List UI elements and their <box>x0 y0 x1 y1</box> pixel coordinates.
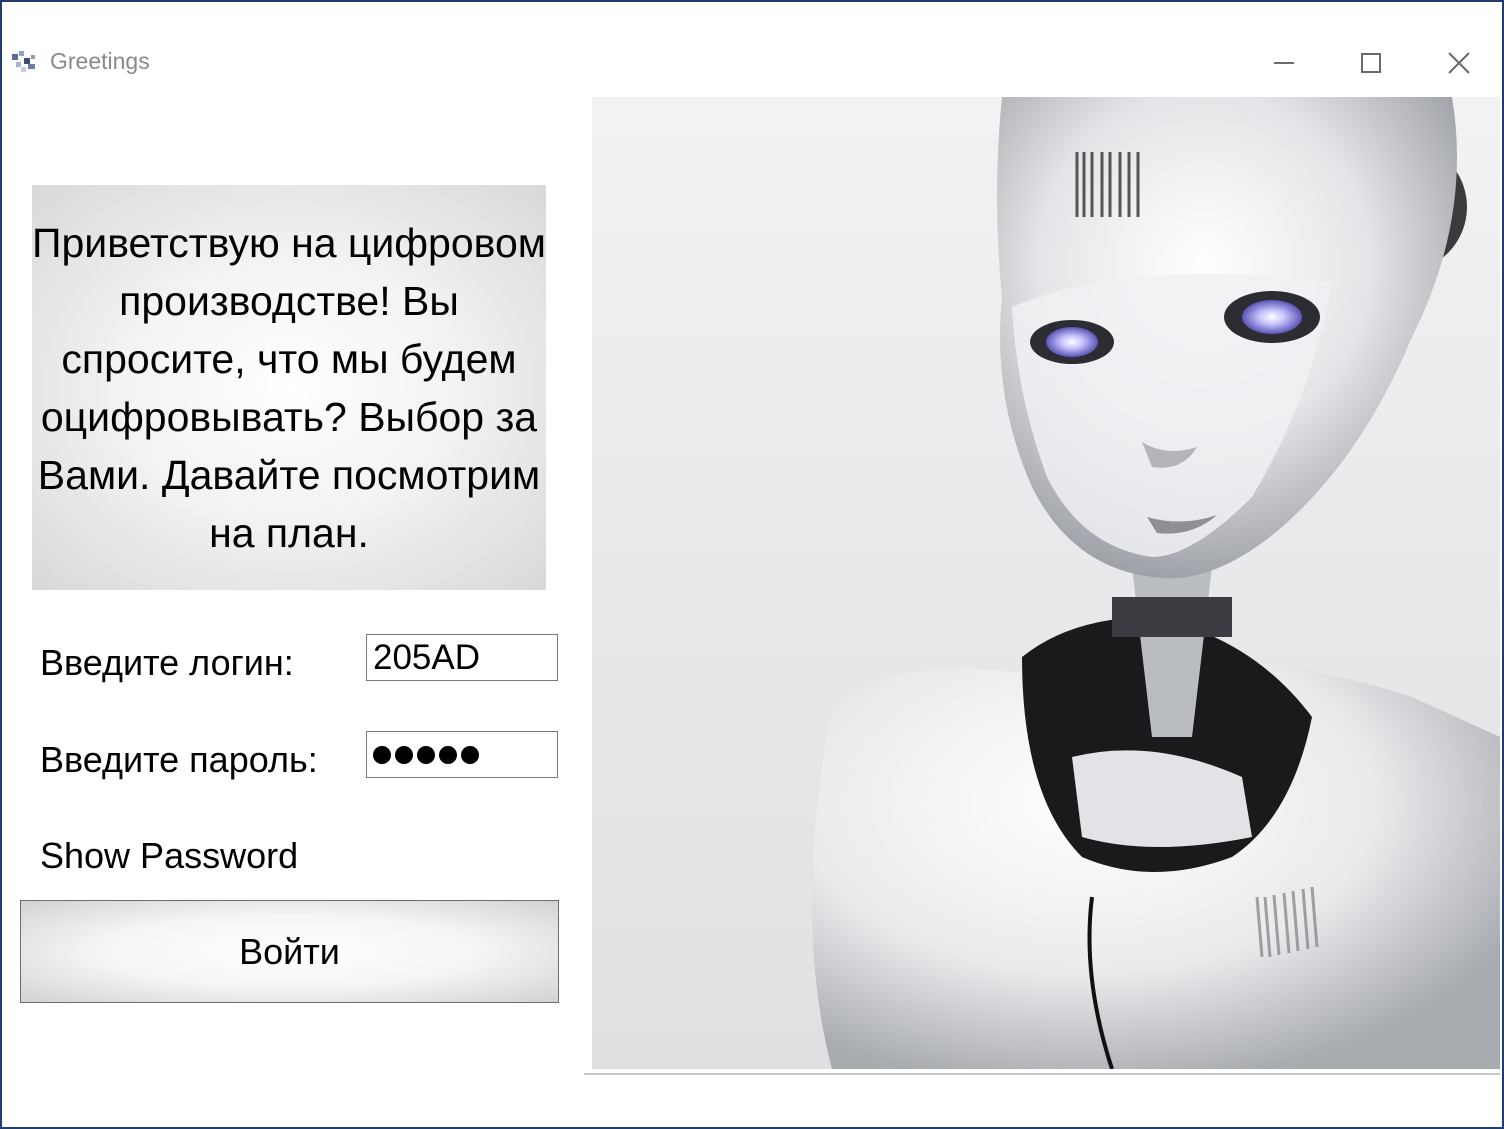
login-label: Введите логин: <box>40 642 294 683</box>
greeting-panel: Приветствую на цифровом производстве! Вы… <box>32 185 546 590</box>
window-title: Greetings <box>50 48 150 74</box>
password-mask-dot <box>461 745 479 764</box>
password-input[interactable] <box>366 731 558 778</box>
close-icon <box>1448 52 1470 74</box>
login-button-label: Войти <box>239 930 340 972</box>
maximize-icon <box>1360 52 1382 74</box>
password-mask-dot <box>373 745 391 764</box>
greeting-text: Приветствую на цифровом производстве! Вы… <box>32 219 546 556</box>
minimize-button[interactable] <box>1254 38 1314 88</box>
minimize-icon <box>1273 52 1295 74</box>
password-mask-dot <box>439 745 457 764</box>
greetings-window: Greetings Приветствую на цифровом произв… <box>0 0 1504 1129</box>
close-button[interactable] <box>1429 38 1489 88</box>
title-bar[interactable]: Greetings <box>2 2 1502 74</box>
app-icon <box>10 48 40 78</box>
humanoid-robot-image <box>592 97 1500 1069</box>
password-mask-dot <box>417 745 435 764</box>
login-input[interactable] <box>366 634 558 681</box>
maximize-button[interactable] <box>1341 38 1401 88</box>
show-password-toggle[interactable]: Show Password <box>40 835 298 877</box>
password-mask-dot <box>395 745 413 764</box>
login-button[interactable]: Войти <box>20 900 559 1003</box>
panel-divider <box>584 1073 1500 1075</box>
password-label: Введите пароль: <box>40 739 318 780</box>
